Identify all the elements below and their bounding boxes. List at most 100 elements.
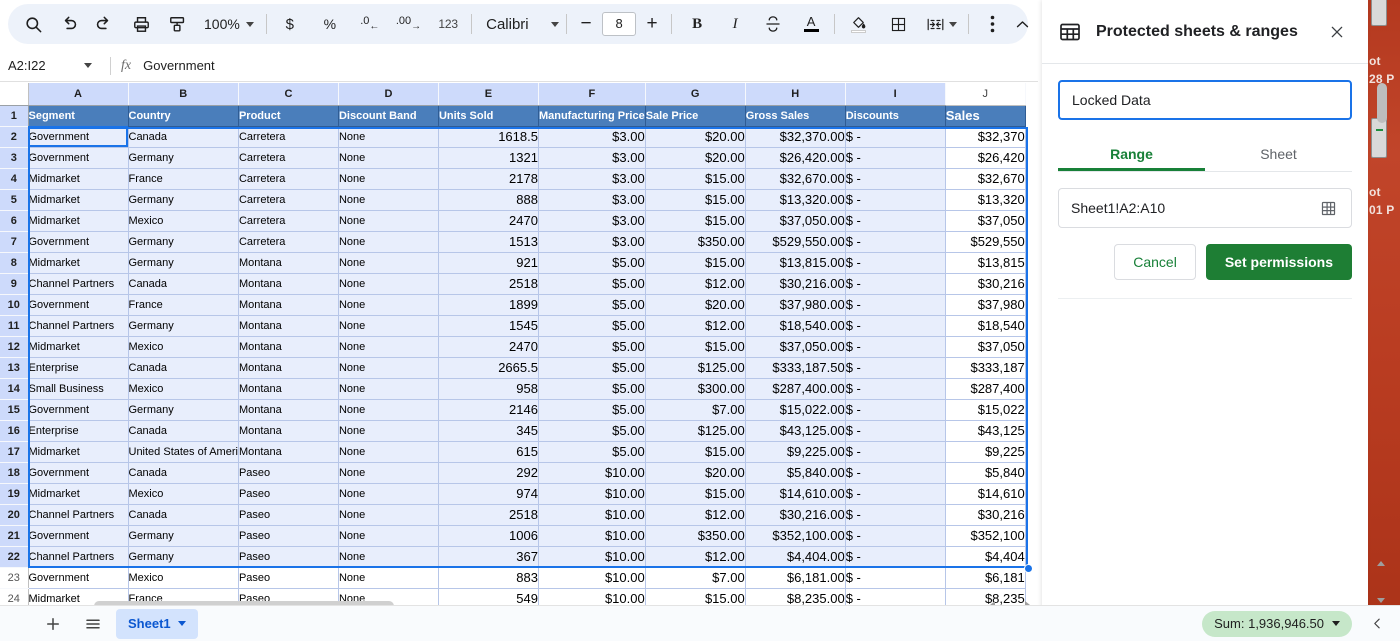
- cell-C9[interactable]: Montana: [238, 273, 339, 295]
- cell-A17[interactable]: Midmarket: [28, 441, 129, 463]
- cell-C18[interactable]: Paseo: [238, 462, 339, 484]
- column-header-J[interactable]: J: [945, 83, 1026, 106]
- cell-H23[interactable]: $6,181.00: [745, 567, 846, 589]
- decrease-decimal-button[interactable]: .0 ←: [355, 9, 385, 39]
- cell-J17[interactable]: $9,225: [945, 441, 1026, 463]
- italic-button[interactable]: I: [720, 9, 750, 39]
- font-family-selector[interactable]: Calibri: [480, 9, 559, 39]
- cell-G4[interactable]: $15.00: [645, 168, 746, 190]
- cell-H21[interactable]: $352,100.00: [745, 525, 846, 547]
- cell-D10[interactable]: None: [338, 294, 439, 316]
- sheet-tab-sheet1[interactable]: Sheet1: [116, 608, 198, 639]
- cell-B12[interactable]: Mexico: [128, 336, 239, 358]
- cell-H5[interactable]: $13,320.00: [745, 189, 846, 211]
- row-header-23[interactable]: 23: [0, 567, 29, 589]
- cell-A12[interactable]: Midmarket: [28, 336, 129, 358]
- cell-C16[interactable]: Montana: [238, 420, 339, 442]
- cell-J8[interactable]: $13,815: [945, 252, 1026, 274]
- cell-D9[interactable]: None: [338, 273, 439, 295]
- cell-H2[interactable]: $32,370.00: [745, 126, 846, 148]
- decrease-font-size-button[interactable]: −: [575, 12, 597, 36]
- cell-E5[interactable]: 888: [438, 189, 539, 211]
- hamburger-list-icon[interactable]: [78, 609, 108, 639]
- cell-H13[interactable]: $333,187.50: [745, 357, 846, 379]
- row-header-16[interactable]: 16: [0, 420, 29, 442]
- range-description-input[interactable]: [1058, 80, 1352, 120]
- cell-F10[interactable]: $5.00: [538, 294, 646, 316]
- row-header-8[interactable]: 8: [0, 252, 29, 274]
- cell-A20[interactable]: Channel Partners: [28, 504, 129, 526]
- cell-A1[interactable]: Segment: [28, 105, 129, 127]
- cell-J7[interactable]: $529,550: [945, 231, 1026, 253]
- cell-G13[interactable]: $125.00: [645, 357, 746, 379]
- row-header-2[interactable]: 2: [0, 126, 29, 148]
- cell-B6[interactable]: Mexico: [128, 210, 239, 232]
- cell-F2[interactable]: $3.00: [538, 126, 646, 148]
- cell-F15[interactable]: $5.00: [538, 399, 646, 421]
- cell-G22[interactable]: $12.00: [645, 546, 746, 568]
- cell-F12[interactable]: $5.00: [538, 336, 646, 358]
- cell-I21[interactable]: $ -: [845, 525, 946, 547]
- column-header-H[interactable]: H: [745, 83, 846, 106]
- cell-D2[interactable]: None: [338, 126, 439, 148]
- cell-B23[interactable]: Mexico: [128, 567, 239, 589]
- cell-H16[interactable]: $43,125.00: [745, 420, 846, 442]
- cell-J6[interactable]: $37,050: [945, 210, 1026, 232]
- cell-I11[interactable]: $ -: [845, 315, 946, 337]
- cell-I22[interactable]: $ -: [845, 546, 946, 568]
- column-header-E[interactable]: E: [438, 83, 539, 106]
- cell-A3[interactable]: Government: [28, 147, 129, 169]
- cell-E1[interactable]: Units Sold: [438, 105, 539, 127]
- cell-I4[interactable]: $ -: [845, 168, 946, 190]
- paint-format-icon[interactable]: [162, 9, 192, 39]
- cell-J1[interactable]: Sales: [945, 105, 1026, 127]
- font-size-input[interactable]: 8: [602, 12, 637, 36]
- cell-D7[interactable]: None: [338, 231, 439, 253]
- increase-font-size-button[interactable]: +: [641, 12, 663, 36]
- cell-E12[interactable]: 2470: [438, 336, 539, 358]
- cell-J18[interactable]: $5,840: [945, 462, 1026, 484]
- row-header-7[interactable]: 7: [0, 231, 29, 253]
- tab-sheet[interactable]: Sheet: [1205, 136, 1352, 171]
- cell-D5[interactable]: None: [338, 189, 439, 211]
- cell-H12[interactable]: $37,050.00: [745, 336, 846, 358]
- cell-H1[interactable]: Gross Sales: [745, 105, 846, 127]
- cell-G16[interactable]: $125.00: [645, 420, 746, 442]
- cell-E9[interactable]: 2518: [438, 273, 539, 295]
- cell-J16[interactable]: $43,125: [945, 420, 1026, 442]
- cell-D16[interactable]: None: [338, 420, 439, 442]
- cell-E18[interactable]: 292: [438, 462, 539, 484]
- cell-F18[interactable]: $10.00: [538, 462, 646, 484]
- cell-I15[interactable]: $ -: [845, 399, 946, 421]
- chevron-down-icon[interactable]: [1332, 621, 1340, 626]
- cell-I7[interactable]: $ -: [845, 231, 946, 253]
- cell-C13[interactable]: Montana: [238, 357, 339, 379]
- cell-J2[interactable]: $32,370: [945, 126, 1026, 148]
- cell-E14[interactable]: 958: [438, 378, 539, 400]
- row-header-3[interactable]: 3: [0, 147, 29, 169]
- column-header-C[interactable]: C: [238, 83, 339, 106]
- cell-G12[interactable]: $15.00: [645, 336, 746, 358]
- cell-H11[interactable]: $18,540.00: [745, 315, 846, 337]
- cell-H20[interactable]: $30,216.00: [745, 504, 846, 526]
- cell-E20[interactable]: 2518: [438, 504, 539, 526]
- cell-F6[interactable]: $3.00: [538, 210, 646, 232]
- cell-F20[interactable]: $10.00: [538, 504, 646, 526]
- cell-H7[interactable]: $529,550.00: [745, 231, 846, 253]
- cell-D8[interactable]: None: [338, 252, 439, 274]
- cell-I3[interactable]: $ -: [845, 147, 946, 169]
- column-header-G[interactable]: G: [645, 83, 746, 106]
- cell-C11[interactable]: Montana: [238, 315, 339, 337]
- column-header-I[interactable]: I: [845, 83, 946, 106]
- cell-I17[interactable]: $ -: [845, 441, 946, 463]
- column-header-A[interactable]: A: [28, 83, 129, 106]
- cell-E7[interactable]: 1513: [438, 231, 539, 253]
- cell-B14[interactable]: Mexico: [128, 378, 239, 400]
- cell-F5[interactable]: $3.00: [538, 189, 646, 211]
- cell-H17[interactable]: $9,225.00: [745, 441, 846, 463]
- row-header-6[interactable]: 6: [0, 210, 29, 232]
- cell-I23[interactable]: $ -: [845, 567, 946, 589]
- cell-E8[interactable]: 921: [438, 252, 539, 274]
- cell-D13[interactable]: None: [338, 357, 439, 379]
- cell-H8[interactable]: $13,815.00: [745, 252, 846, 274]
